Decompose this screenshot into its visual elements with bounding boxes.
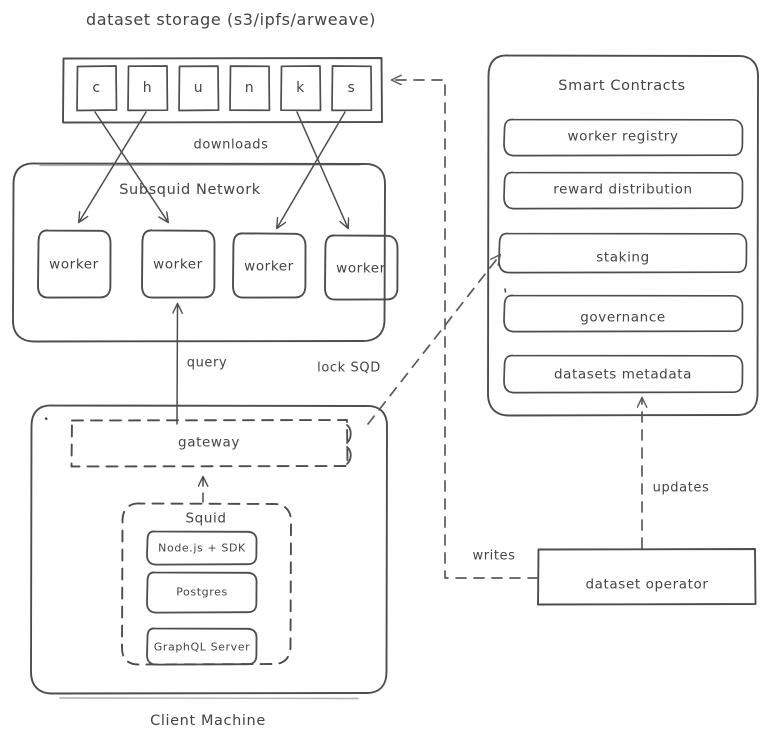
worker-node-0[interactable]: worker [49,258,99,272]
squid-title: Squid [185,510,227,527]
chunk-boxes-shape [76,65,373,112]
edge-label-lock-sqd: lock SQD [317,360,381,376]
worker-node-2[interactable]: worker [244,260,294,274]
contract-item-reward-distribution[interactable]: reward distribution [553,183,692,197]
squid-component-postgres[interactable]: Postgres [176,587,228,598]
squid-component-graphql-server[interactable]: GraphQL Server [154,642,251,653]
client-title: Client Machine [150,712,266,729]
storage-container-shape [62,57,383,124]
edge-label-updates: updates [652,480,710,496]
contract-item-governance[interactable]: governance [580,311,666,325]
downloads-arrows-shape [79,111,348,228]
chunk-box-3[interactable]: n [245,81,254,95]
chunk-box-5[interactable]: s [348,81,356,95]
chunk-box-0[interactable]: c [92,81,100,95]
contracts-title: Smart Contracts [558,77,686,94]
diagram-canvas: dataset storage (s3/ipfs/arweave) c h u … [0,0,766,740]
squid-component-nodejs-sdk[interactable]: Node.js + SDK [158,543,246,554]
storage-title: dataset storage (s3/ipfs/arweave) [85,10,377,29]
operator-node[interactable]: dataset operator [586,578,709,592]
chunk-box-2[interactable]: u [194,81,203,95]
worker-node-3[interactable]: worker [336,262,386,276]
chunk-box-1[interactable]: h [143,81,152,95]
gateway-node[interactable]: gateway [178,436,240,450]
chunk-box-4[interactable]: k [296,81,305,95]
worker-node-1[interactable]: worker [153,258,203,272]
contract-item-worker-registry[interactable]: worker registry [567,130,678,144]
contract-item-staking[interactable]: staking [596,251,650,265]
writes-edge-shape [392,80,539,579]
contract-item-datasets-metadata[interactable]: datasets metadata [554,368,692,382]
lock-sqd-edge-shape [367,255,500,425]
contracts-container-shape [487,54,759,417]
edge-label-query: query [186,355,228,371]
edge-label-downloads: downloads [193,137,269,153]
edge-label-writes: writes [472,548,516,564]
network-title: Subsquid Network [119,181,261,198]
